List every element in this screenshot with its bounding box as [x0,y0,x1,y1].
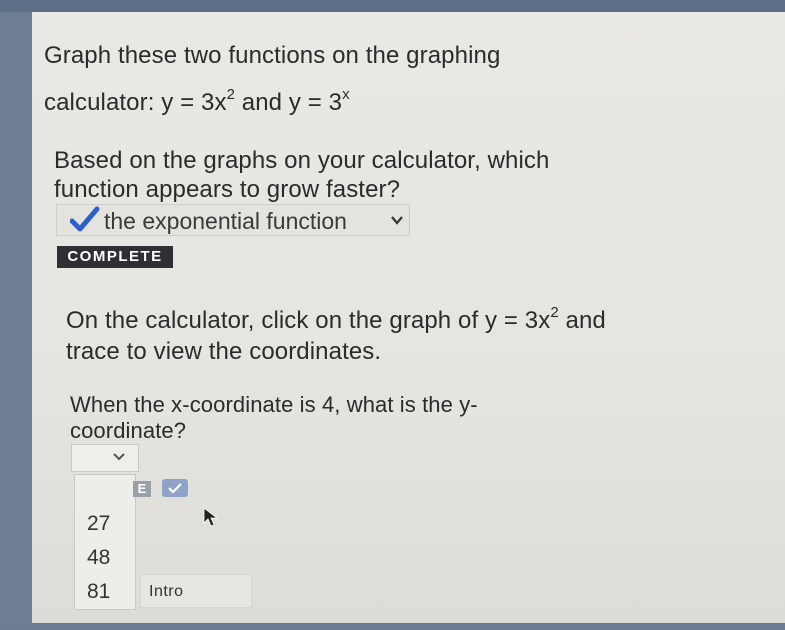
option-48[interactable]: 48 [87,546,110,570]
chevron-down-icon[interactable] [112,452,126,462]
question1-line2: calculator: y = 3x2 and y = 3x [44,86,350,117]
question2-line1: On the calculator, click on the graph of… [66,304,606,335]
exponent-2: 2 [550,304,559,321]
question2-line4: coordinate? [70,418,187,443]
dropdown-selected-value: the exponential function [104,208,347,234]
question2-line2: trace to view the coordinates. [66,338,382,365]
checkmark-icon [162,479,188,497]
exponent-2: 2 [226,86,236,103]
option-81[interactable]: 81 [87,580,110,604]
checkmark-icon [70,206,100,232]
pointer-cursor-icon [203,507,219,527]
chevron-down-icon[interactable] [390,214,404,226]
status-badge: COMPLETE [57,246,173,268]
exponent-x: x [342,86,350,103]
top-bar [0,0,785,12]
question1-line2-middle: and y = 3 [235,89,343,116]
option-27[interactable]: 27 [87,512,110,536]
bottom-bar [0,623,785,630]
intro-button[interactable]: Intro [140,574,252,608]
question2-line3: When the x-coordinate is 4, what is the … [70,392,478,417]
question1-line2-prefix: calculator: y = 3x [44,89,227,116]
e-button[interactable]: E [133,481,151,497]
question1-line1: Graph these two functions on the graphin… [44,42,501,69]
question1-line4: function appears to grow faster? [54,176,401,203]
question2-line1-suffix: and [558,307,606,334]
question1-line3: Based on the graphs on your calculator, … [54,147,550,174]
question2-line1-prefix: On the calculator, click on the graph of… [66,307,551,334]
answer-select[interactable] [71,444,139,472]
